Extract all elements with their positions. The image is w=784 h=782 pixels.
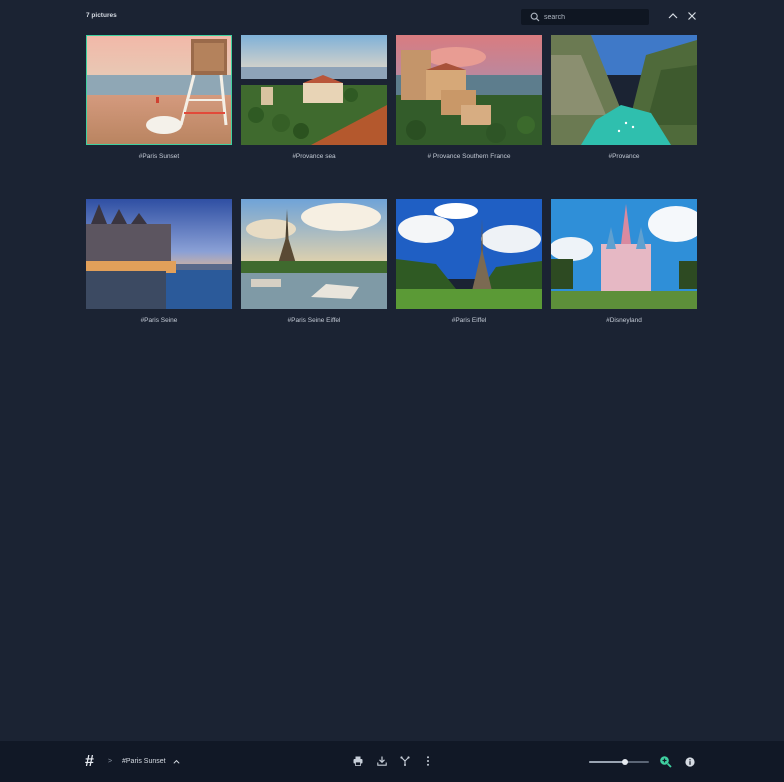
share-icon [399, 755, 410, 766]
more-vertical-icon [426, 755, 429, 766]
chevron-up-icon[interactable] [172, 757, 181, 766]
photo-caption: # Provance Southern France [427, 153, 511, 160]
close-button[interactable] [685, 9, 699, 23]
info-icon[interactable] [685, 757, 695, 767]
app-logo: # [85, 753, 94, 770]
photo-caption: #Provance sea [292, 153, 336, 160]
photo-thumbnail [396, 199, 542, 309]
photo-caption: #Disneyland [606, 317, 642, 324]
photo-thumbnail [551, 199, 697, 309]
download-button[interactable] [376, 755, 387, 766]
photo-caption: #Paris Sunset [138, 153, 180, 160]
photo-tile[interactable]: #Paris Eiffel [396, 199, 542, 324]
photo-tile[interactable]: #Provance [551, 35, 697, 160]
more-options-button[interactable] [422, 755, 433, 766]
download-icon [376, 756, 387, 766]
breadcrumb-separator: > [108, 758, 113, 765]
breadcrumb-current[interactable]: #Paris Sunset [122, 758, 166, 765]
photo-tile[interactable]: #Paris Sunset [86, 35, 232, 160]
photo-caption: #Paris Seine [140, 317, 178, 324]
photo-tile[interactable]: #Paris Seine [86, 199, 232, 324]
search-box[interactable] [521, 9, 649, 25]
photo-caption: #Paris Eiffel [451, 317, 487, 324]
photo-tile[interactable]: # Provance Southern France [396, 35, 542, 160]
bottom-toolbar: # > #Paris Sunset [0, 741, 784, 782]
photo-tile[interactable]: #Paris Seine Eiffel [241, 199, 387, 324]
zoom-slider-fill [589, 761, 625, 763]
photo-tile[interactable]: #Provance sea [241, 35, 387, 160]
share-button[interactable] [399, 755, 410, 766]
photo-thumbnail [86, 199, 232, 309]
collapse-button[interactable] [666, 9, 680, 23]
chevron-up-icon [668, 13, 678, 19]
print-button[interactable] [352, 755, 363, 766]
photo-thumbnail [241, 199, 387, 309]
close-icon [688, 12, 696, 20]
search-icon [530, 12, 540, 22]
search-input[interactable] [544, 13, 644, 21]
photo-tile[interactable]: #Disneyland [551, 199, 697, 324]
photo-thumbnail [241, 35, 387, 145]
zoom-in-icon[interactable] [659, 755, 672, 768]
print-icon [353, 756, 362, 766]
photo-caption: #Paris Seine Eiffel [287, 317, 341, 324]
zoom-slider-handle[interactable] [622, 758, 628, 765]
photo-thumbnail [396, 35, 542, 145]
photo-caption: #Provance [608, 153, 640, 160]
photo-thumbnail [551, 35, 697, 145]
picture-count: 7 pictures [86, 12, 117, 19]
photo-thumbnail [86, 35, 232, 145]
zoom-slider[interactable] [589, 758, 649, 765]
top-bar: 7 pictures [0, 0, 784, 34]
